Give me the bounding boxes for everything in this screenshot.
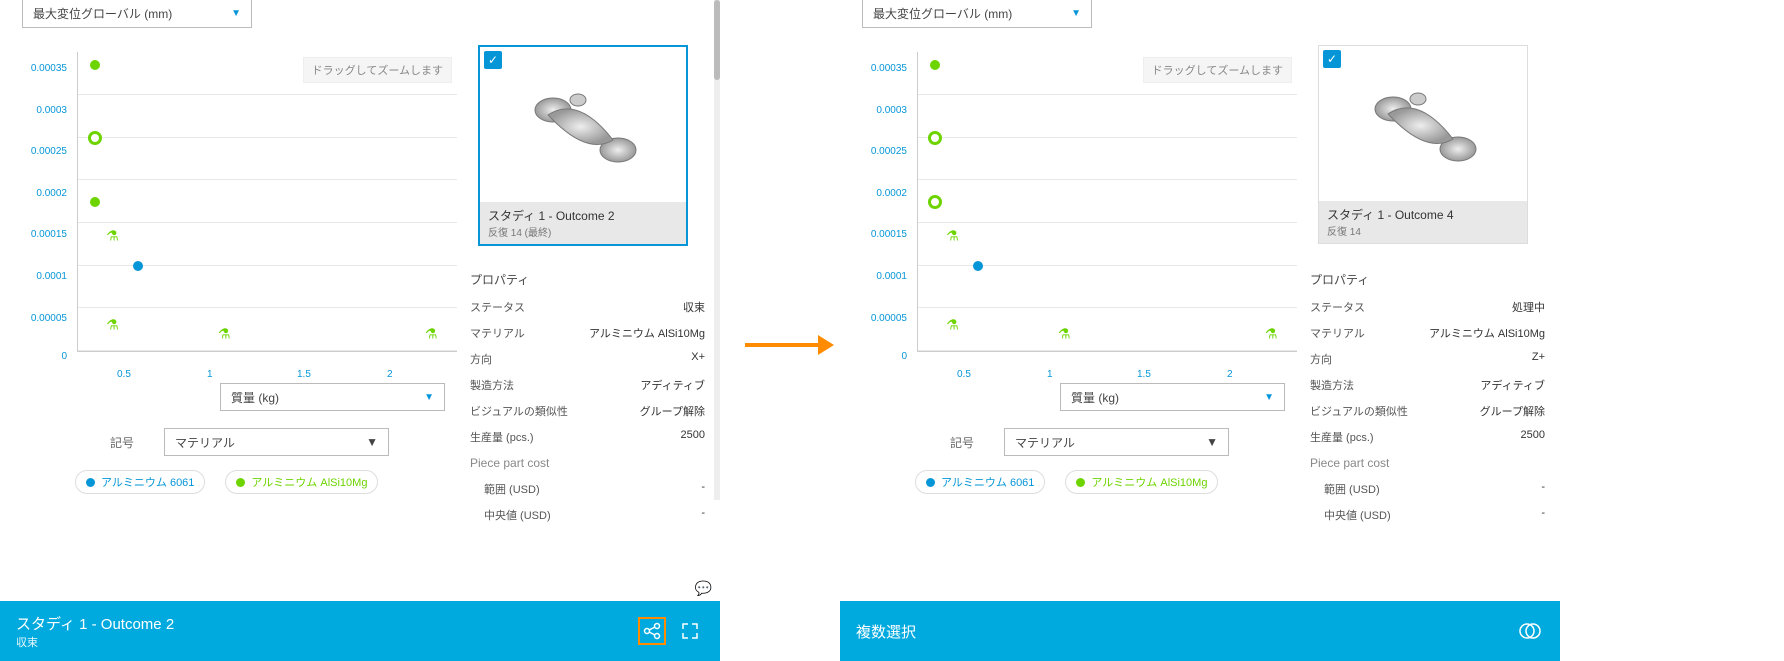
- chart-left[interactable]: ドラッグしてズームします ⚗ ⚗ ⚗ ⚗ 0 0.00005 0.0001 0.…: [22, 42, 462, 362]
- flask-icon[interactable]: ⚗: [425, 325, 438, 342]
- part-preview: [480, 47, 686, 202]
- chart-right[interactable]: ドラッグしてズームします ⚗ ⚗ ⚗ ⚗ 0 0.00005 0.0001 0.…: [862, 42, 1302, 362]
- chevron-down-icon: ▼: [424, 392, 434, 403]
- legend-item[interactable]: アルミニウム 6061: [915, 470, 1045, 494]
- flask-icon[interactable]: ⚗: [106, 227, 119, 244]
- y-axis-label: 最大変位グローバル (mm): [873, 5, 1012, 22]
- symbol-label: 記号: [950, 434, 974, 451]
- data-point-selected[interactable]: [928, 195, 942, 209]
- legend-item[interactable]: アルミニウム 6061: [75, 470, 205, 494]
- thumbnail-title: スタディ 1 - Outcome 4 反復 14: [1319, 201, 1527, 243]
- share-icon[interactable]: [638, 617, 666, 645]
- symbol-dropdown[interactable]: マテリアル ▼: [164, 428, 389, 456]
- chevron-down-icon: ▼: [366, 435, 378, 449]
- data-point[interactable]: [133, 261, 143, 271]
- x-axis-dropdown[interactable]: 質量 (kg) ▼: [220, 383, 445, 411]
- chevron-down-icon: ▼: [231, 8, 241, 19]
- legend: アルミニウム 6061 アルミニウム AlSi10Mg: [915, 470, 1218, 494]
- data-point[interactable]: [90, 197, 100, 207]
- panel-left: 最大変位グローバル (mm) ▼ ドラッグしてズームします ⚗ ⚗ ⚗ ⚗ 0 …: [0, 0, 720, 661]
- expand-icon[interactable]: [676, 617, 704, 645]
- data-point-selected[interactable]: [928, 131, 942, 145]
- chevron-down-icon: ▼: [1071, 8, 1081, 19]
- flask-icon[interactable]: ⚗: [218, 325, 231, 342]
- check-icon[interactable]: ✓: [484, 51, 502, 69]
- footer-bar: スタディ 1 - Outcome 2 収束: [0, 601, 720, 661]
- x-axis-dropdown[interactable]: 質量 (kg) ▼: [1060, 383, 1285, 411]
- y-axis-dropdown[interactable]: 最大変位グローバル (mm) ▼: [22, 0, 252, 28]
- zoom-hint: ドラッグしてズームします: [303, 57, 452, 83]
- flask-icon[interactable]: ⚗: [946, 227, 959, 244]
- chevron-down-icon: ▼: [1264, 392, 1274, 403]
- footer-title: スタディ 1 - Outcome 2: [16, 613, 174, 634]
- part-preview: [1319, 46, 1527, 201]
- data-point[interactable]: [90, 60, 100, 70]
- legend-item[interactable]: アルミニウム AlSi10Mg: [1065, 470, 1218, 494]
- footer-bar: 複数選択: [840, 601, 1560, 661]
- x-axis-label: 質量 (kg): [231, 389, 279, 406]
- panel-right: 最大変位グローバル (mm) ▼ ドラッグしてズームします ⚗ ⚗ ⚗ ⚗ 0 …: [840, 0, 1560, 661]
- footer-title: 複数選択: [856, 621, 916, 642]
- footer-subtitle: 収束: [16, 634, 174, 650]
- thumbnail-title: スタディ 1 - Outcome 2 反復 14 (最終): [480, 202, 686, 244]
- x-axis-label: 質量 (kg): [1071, 389, 1119, 406]
- y-axis-dropdown[interactable]: 最大変位グローバル (mm) ▼: [862, 0, 1092, 28]
- data-point-selected[interactable]: [88, 131, 102, 145]
- symbol-label: 記号: [110, 434, 134, 451]
- check-icon[interactable]: ✓: [1323, 50, 1341, 68]
- zoom-hint: ドラッグしてズームします: [1143, 57, 1292, 83]
- outcome-thumbnail[interactable]: ✓ スタディ 1 - Outcome 2 反復 14 (最終): [478, 45, 688, 246]
- legend-item[interactable]: アルミニウム AlSi10Mg: [225, 470, 378, 494]
- data-point[interactable]: [930, 60, 940, 70]
- flask-icon[interactable]: ⚗: [106, 317, 119, 334]
- flask-icon[interactable]: ⚗: [1058, 325, 1071, 342]
- outcome-thumbnail[interactable]: ✓ スタディ 1 - Outcome 4 反復 14: [1318, 45, 1528, 244]
- legend: アルミニウム 6061 アルミニウム AlSi10Mg: [75, 470, 378, 494]
- y-axis-label: 最大変位グローバル (mm): [33, 5, 172, 22]
- properties-panel: プロパティ ステータス収束 マテリアルアルミニウム AlSi10Mg 方向X+ …: [470, 265, 705, 528]
- chevron-down-icon: ▼: [1206, 435, 1218, 449]
- flask-icon[interactable]: ⚗: [946, 317, 959, 334]
- compare-icon[interactable]: [1516, 617, 1544, 645]
- properties-panel: プロパティ ステータス処理中 マテリアルアルミニウム AlSi10Mg 方向Z+…: [1310, 265, 1545, 528]
- plot-area[interactable]: ドラッグしてズームします ⚗ ⚗ ⚗ ⚗: [77, 52, 457, 352]
- symbol-dropdown[interactable]: マテリアル ▼: [1004, 428, 1229, 456]
- flask-icon[interactable]: ⚗: [1265, 325, 1278, 342]
- data-point[interactable]: [973, 261, 983, 271]
- scrollbar[interactable]: [714, 0, 720, 500]
- comment-icon[interactable]: 💬: [695, 580, 712, 597]
- arrow-icon: [745, 335, 835, 355]
- plot-area[interactable]: ドラッグしてズームします ⚗ ⚗ ⚗ ⚗: [917, 52, 1297, 352]
